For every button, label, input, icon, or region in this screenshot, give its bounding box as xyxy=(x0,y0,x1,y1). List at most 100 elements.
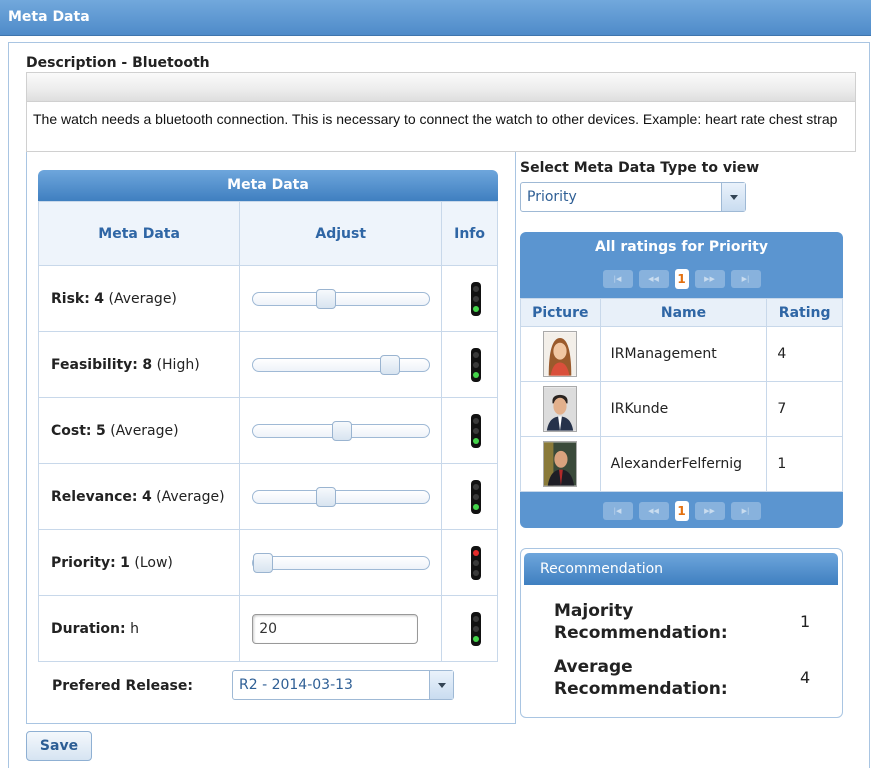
meta-adjust-cell xyxy=(239,397,443,464)
meta-label: Relevance: xyxy=(51,488,138,505)
meta-value: 4 xyxy=(94,290,105,307)
meta-label: Feasibility: xyxy=(51,356,138,373)
traffic-light-icon xyxy=(470,479,481,514)
duration-input-cell: 20 xyxy=(239,595,443,662)
slider-handle[interactable] xyxy=(379,354,400,375)
avatar xyxy=(543,331,578,377)
next-page-icon[interactable]: ▶▶ xyxy=(694,270,725,288)
meta-adjust-cell xyxy=(239,463,443,530)
ratings-pager-bottom: |◀ ◀◀ 1 ▶▶ ▶| xyxy=(520,496,843,526)
ratings-panel: All ratings for Priority |◀ ◀◀ 1 ▶▶ ▶| P… xyxy=(520,232,843,528)
meta-data-table-title: Meta Data xyxy=(38,170,498,201)
rating-name: AlexanderFelfernig xyxy=(599,436,768,492)
prev-page-icon[interactable]: ◀◀ xyxy=(638,270,669,288)
meta-level: (Average) xyxy=(156,488,225,505)
last-page-icon[interactable]: ▶| xyxy=(730,502,761,520)
rating-value: 7 xyxy=(766,381,843,437)
majority-recommendation-value: 1 xyxy=(800,612,811,631)
meta-info-cell xyxy=(441,463,498,530)
rating-value: 4 xyxy=(766,326,843,382)
column-header-name: Name xyxy=(599,298,768,327)
average-recommendation-label: Average Recommendation: xyxy=(554,657,728,699)
save-button[interactable]: Save xyxy=(26,731,92,761)
meta-label-cell: Cost: 5 (Average) xyxy=(37,397,241,464)
ratings-table: Picture Name Rating IRManagement 4 IRKun… xyxy=(520,298,843,492)
description-text: The watch needs a bluetooth connection. … xyxy=(26,102,856,152)
meta-data-type-select[interactable]: Priority xyxy=(520,182,746,212)
table-row: AlexanderFelfernig 1 xyxy=(520,436,843,492)
slider-handle[interactable] xyxy=(332,420,353,441)
traffic-light-icon xyxy=(470,545,481,580)
column-header-adjust: Adjust xyxy=(239,201,443,266)
last-page-icon[interactable]: ▶| xyxy=(730,270,761,288)
window-title: Meta Data xyxy=(8,9,90,25)
ratings-pager-top: |◀ ◀◀ 1 ▶▶ ▶| xyxy=(520,264,843,294)
meta-value: 1 xyxy=(120,554,130,571)
column-header-rating: Rating xyxy=(766,298,843,327)
duration-label: Duration: xyxy=(51,620,126,637)
duration-info-cell xyxy=(441,595,498,662)
table-row: IRManagement 4 xyxy=(520,326,843,382)
duration-label-cell: Duration: h xyxy=(37,595,241,662)
meta-value: 8 xyxy=(142,356,153,373)
meta-slider[interactable] xyxy=(252,552,431,573)
meta-adjust-cell xyxy=(239,265,443,332)
meta-value: 4 xyxy=(141,488,152,505)
meta-level: (Average) xyxy=(110,422,179,439)
meta-slider[interactable] xyxy=(252,420,431,441)
recommendation-title: Recommendation xyxy=(524,553,838,585)
column-header-meta-data: Meta Data xyxy=(37,201,241,266)
rating-value: 1 xyxy=(766,436,843,492)
meta-slider[interactable] xyxy=(252,288,431,309)
duration-unit: h xyxy=(130,620,139,637)
current-page[interactable]: 1 xyxy=(674,501,689,521)
chevron-down-icon[interactable] xyxy=(429,671,453,699)
traffic-light-icon xyxy=(470,611,481,646)
first-page-icon[interactable]: |◀ xyxy=(602,270,633,288)
meta-label: Priority: xyxy=(51,554,116,571)
avatar xyxy=(543,386,578,432)
column-header-picture: Picture xyxy=(520,298,601,327)
meta-value: 5 xyxy=(95,422,106,439)
prefered-release-label: Prefered Release: xyxy=(52,678,193,694)
meta-slider[interactable] xyxy=(252,354,431,375)
meta-adjust-cell xyxy=(239,529,443,596)
rating-name: IRKunde xyxy=(599,381,768,437)
majority-recommendation-label: Majority Recommendation: xyxy=(554,601,728,643)
meta-label-cell: Priority: 1 (Low) xyxy=(37,529,241,596)
meta-level: (Average) xyxy=(108,290,177,307)
slider-handle[interactable] xyxy=(316,288,337,309)
ratings-title: All ratings for Priority xyxy=(595,239,768,255)
slider-handle[interactable] xyxy=(253,552,274,573)
current-page[interactable]: 1 xyxy=(674,269,689,289)
table-row: Priority: 1 (Low) xyxy=(37,529,498,596)
table-row: IRKunde 7 xyxy=(520,381,843,437)
meta-slider[interactable] xyxy=(252,486,431,507)
duration-input[interactable]: 20 xyxy=(252,613,419,644)
slider-handle[interactable] xyxy=(316,486,337,507)
meta-label-cell: Relevance: 4 (Average) xyxy=(37,463,241,530)
rating-name: IRManagement xyxy=(599,326,768,382)
chevron-down-icon[interactable] xyxy=(721,183,745,211)
meta-info-cell xyxy=(441,265,498,332)
window-titlebar: Meta Data xyxy=(0,0,871,36)
meta-data-type-label: Select Meta Data Type to view xyxy=(520,160,760,176)
prefered-release-select[interactable]: R2 - 2014-03-13 xyxy=(232,670,454,700)
first-page-icon[interactable]: |◀ xyxy=(602,502,633,520)
meta-data-type-value: Priority xyxy=(527,189,577,205)
table-row: Relevance: 4 (Average) xyxy=(37,463,498,530)
table-row: Feasibility: 8 (High) xyxy=(37,331,498,398)
meta-level: (Low) xyxy=(134,554,173,571)
meta-label-cell: Feasibility: 8 (High) xyxy=(37,331,241,398)
meta-adjust-cell xyxy=(239,331,443,398)
traffic-light-icon xyxy=(470,347,481,382)
next-page-icon[interactable]: ▶▶ xyxy=(694,502,725,520)
traffic-light-icon xyxy=(470,281,481,316)
meta-label-cell: Risk: 4 (Average) xyxy=(37,265,241,332)
meta-level: (High) xyxy=(156,356,200,373)
column-header-info: Info xyxy=(441,201,498,266)
meta-info-cell xyxy=(441,331,498,398)
prev-page-icon[interactable]: ◀◀ xyxy=(638,502,669,520)
avatar xyxy=(543,441,578,487)
average-recommendation-value: 4 xyxy=(800,668,811,687)
